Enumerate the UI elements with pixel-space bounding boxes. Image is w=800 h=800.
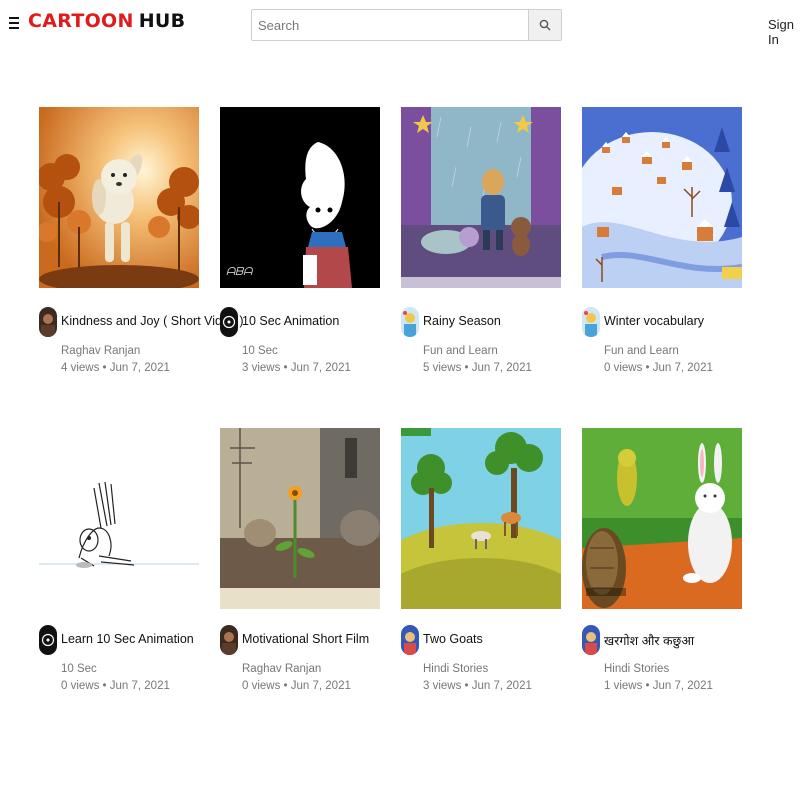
video-title[interactable]: Learn 10 Sec Animation — [61, 632, 194, 646]
channel-avatar[interactable] — [220, 307, 238, 337]
channel-avatar[interactable] — [401, 307, 419, 337]
channel-avatar[interactable] — [401, 625, 419, 655]
channel-avatar[interactable] — [582, 307, 600, 337]
channel-name[interactable]: 10 Sec — [242, 345, 278, 357]
video-meta: 1 views • Jun 7, 2021 — [604, 680, 713, 692]
channel-avatar[interactable] — [39, 307, 57, 337]
search-input[interactable] — [252, 10, 528, 40]
channel-name[interactable]: 10 Sec — [61, 663, 97, 675]
channel-avatar[interactable] — [220, 625, 238, 655]
top-header: CARTOONHUB Sign In — [0, 0, 800, 50]
video-thumbnail[interactable] — [582, 428, 742, 609]
channel-name[interactable]: Raghav Ranjan — [61, 345, 140, 357]
video-title[interactable]: Two Goats — [423, 632, 483, 646]
video-title[interactable]: Kindness and Joy ( Short Video ) — [61, 314, 244, 328]
video-meta: 3 views • Jun 7, 2021 — [242, 362, 351, 374]
video-meta: 5 views • Jun 7, 2021 — [423, 362, 532, 374]
video-thumbnail[interactable]: ᗩᗷᗩ — [220, 107, 380, 288]
channel-avatar[interactable] — [582, 625, 600, 655]
video-thumbnail[interactable] — [220, 428, 380, 609]
video-thumbnail[interactable] — [582, 107, 742, 288]
video-meta: 4 views • Jun 7, 2021 — [61, 362, 170, 374]
page-bottom-area — [0, 693, 800, 800]
channel-avatar[interactable] — [39, 625, 57, 655]
video-meta: 3 views • Jun 7, 2021 — [423, 680, 532, 692]
video-thumbnail[interactable] — [401, 107, 561, 288]
channel-name[interactable]: Hindi Stories — [604, 663, 669, 675]
site-logo[interactable]: CARTOON HUB — [28, 10, 185, 32]
video-title[interactable]: Motivational Short Film — [242, 632, 369, 646]
video-title[interactable]: Rainy Season — [423, 314, 501, 328]
search-bar — [251, 9, 562, 41]
channel-name[interactable]: Fun and Learn — [423, 345, 498, 357]
search-button[interactable] — [528, 10, 561, 40]
logo-text-cartoon: CARTOON — [28, 10, 134, 32]
video-title[interactable]: Winter vocabulary — [604, 314, 704, 328]
search-icon — [539, 19, 551, 31]
svg-text:ᗩᗷᗩ: ᗩᗷᗩ — [226, 265, 254, 278]
video-meta: 0 views • Jun 7, 2021 — [604, 362, 713, 374]
video-thumbnail[interactable] — [401, 428, 561, 609]
video-meta: 0 views • Jun 7, 2021 — [61, 680, 170, 692]
video-thumbnail[interactable] — [39, 107, 199, 288]
channel-name[interactable]: Fun and Learn — [604, 345, 679, 357]
video-title[interactable]: खरगोश और कछुआ — [604, 632, 694, 649]
logo-text-hub: HUB — [138, 10, 186, 32]
channel-name[interactable]: Raghav Ranjan — [242, 663, 321, 675]
video-thumbnail[interactable] — [39, 428, 199, 609]
video-title[interactable]: 10 Sec Animation — [242, 314, 339, 328]
sign-in-link[interactable]: Sign In — [768, 17, 800, 47]
channel-name[interactable]: Hindi Stories — [423, 663, 488, 675]
menu-icon[interactable] — [9, 17, 19, 31]
video-meta: 0 views • Jun 7, 2021 — [242, 680, 351, 692]
